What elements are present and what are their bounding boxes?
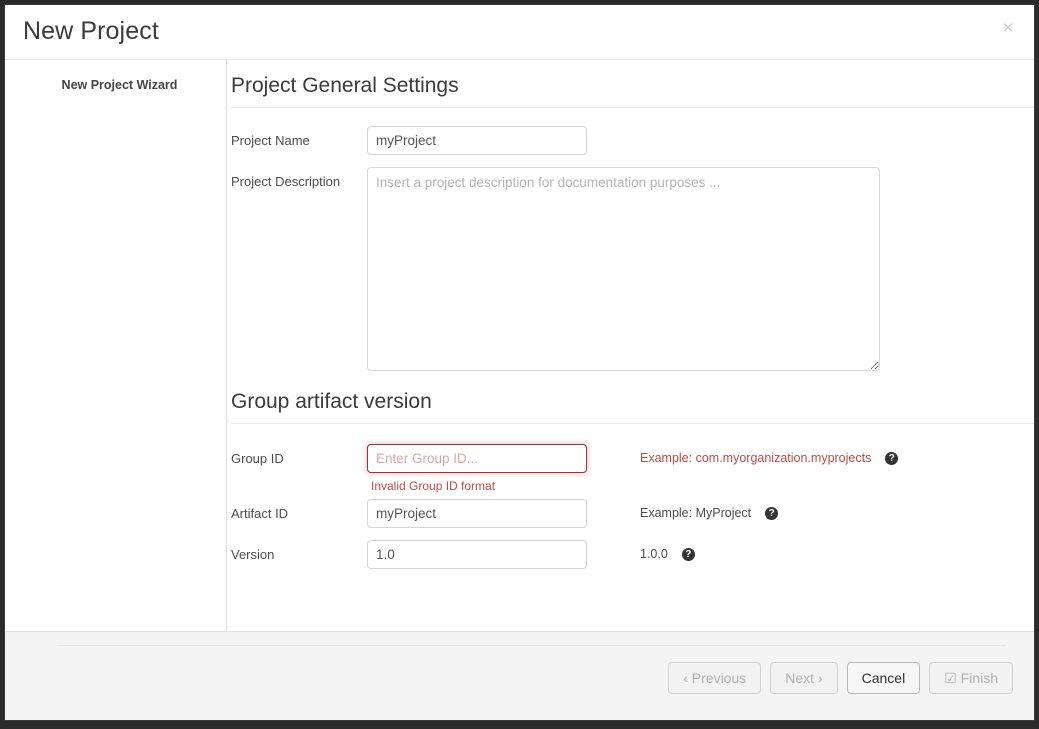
label-project-description: Project Description bbox=[231, 167, 367, 189]
footer-divider bbox=[57, 645, 1006, 646]
form-area: Project General Settings Project Name Pr… bbox=[227, 60, 1034, 631]
field-row-artifact-id: Artifact ID Example: MyProject ? bbox=[227, 499, 1034, 528]
version-input[interactable] bbox=[367, 540, 587, 569]
dialog-footer: ‹ Previous Next › Cancel ☑ Finish bbox=[5, 631, 1034, 720]
section-heading-general: Project General Settings bbox=[231, 74, 1034, 107]
cancel-button[interactable]: Cancel bbox=[847, 662, 921, 694]
section-heading-gav: Group artifact version bbox=[231, 390, 1034, 423]
control-project-description bbox=[367, 167, 880, 376]
field-row-project-description: Project Description bbox=[227, 167, 1034, 376]
section-divider bbox=[231, 107, 1034, 108]
label-version: Version bbox=[231, 540, 367, 562]
group-id-input[interactable] bbox=[367, 444, 587, 473]
hint-version-text: 1.0.0 bbox=[640, 547, 668, 561]
control-artifact-id bbox=[367, 499, 587, 528]
dialog-body: New Project Wizard Project General Setti… bbox=[5, 60, 1034, 631]
label-project-name: Project Name bbox=[231, 126, 367, 148]
hint-version: 1.0.0 ? bbox=[587, 540, 695, 561]
wizard-step-title: New Project Wizard bbox=[5, 78, 226, 92]
help-circle-icon[interactable]: ? bbox=[682, 548, 695, 561]
project-description-textarea[interactable] bbox=[367, 167, 880, 371]
hint-artifact-id: Example: MyProject ? bbox=[587, 499, 778, 520]
section-divider bbox=[231, 423, 1034, 424]
hint-group-id-text: Example: com.myorganization.myprojects bbox=[640, 451, 871, 465]
hint-artifact-id-text: Example: MyProject bbox=[640, 506, 751, 520]
dialog-header: New Project × bbox=[5, 5, 1034, 60]
wizard-sidebar: New Project Wizard bbox=[5, 60, 227, 631]
label-group-id: Group ID bbox=[231, 444, 367, 466]
dialog-title: New Project bbox=[23, 17, 159, 46]
field-row-version: Version 1.0.0 ? bbox=[227, 540, 1034, 569]
new-project-dialog: New Project × New Project Wizard Project… bbox=[4, 4, 1035, 721]
project-name-input[interactable] bbox=[367, 126, 587, 155]
next-button[interactable]: Next › bbox=[770, 662, 837, 694]
help-circle-icon[interactable]: ? bbox=[765, 507, 778, 520]
footer-button-group: ‹ Previous Next › Cancel ☑ Finish bbox=[668, 662, 1013, 694]
close-icon[interactable]: × bbox=[998, 19, 1018, 39]
field-row-project-name: Project Name bbox=[227, 126, 1034, 155]
help-circle-icon[interactable]: ? bbox=[885, 452, 898, 465]
field-row-group-id: Group ID Example: com.myorganization.myp… bbox=[227, 444, 1034, 473]
hint-group-id: Example: com.myorganization.myprojects ? bbox=[587, 444, 898, 465]
control-project-name bbox=[367, 126, 587, 155]
control-version bbox=[367, 540, 587, 569]
finish-button[interactable]: ☑ Finish bbox=[929, 662, 1013, 694]
previous-button[interactable]: ‹ Previous bbox=[668, 662, 761, 694]
control-group-id bbox=[367, 444, 587, 473]
label-artifact-id: Artifact ID bbox=[231, 499, 367, 521]
artifact-id-input[interactable] bbox=[367, 499, 587, 528]
group-id-error-message: Invalid Group ID format bbox=[227, 479, 1034, 493]
